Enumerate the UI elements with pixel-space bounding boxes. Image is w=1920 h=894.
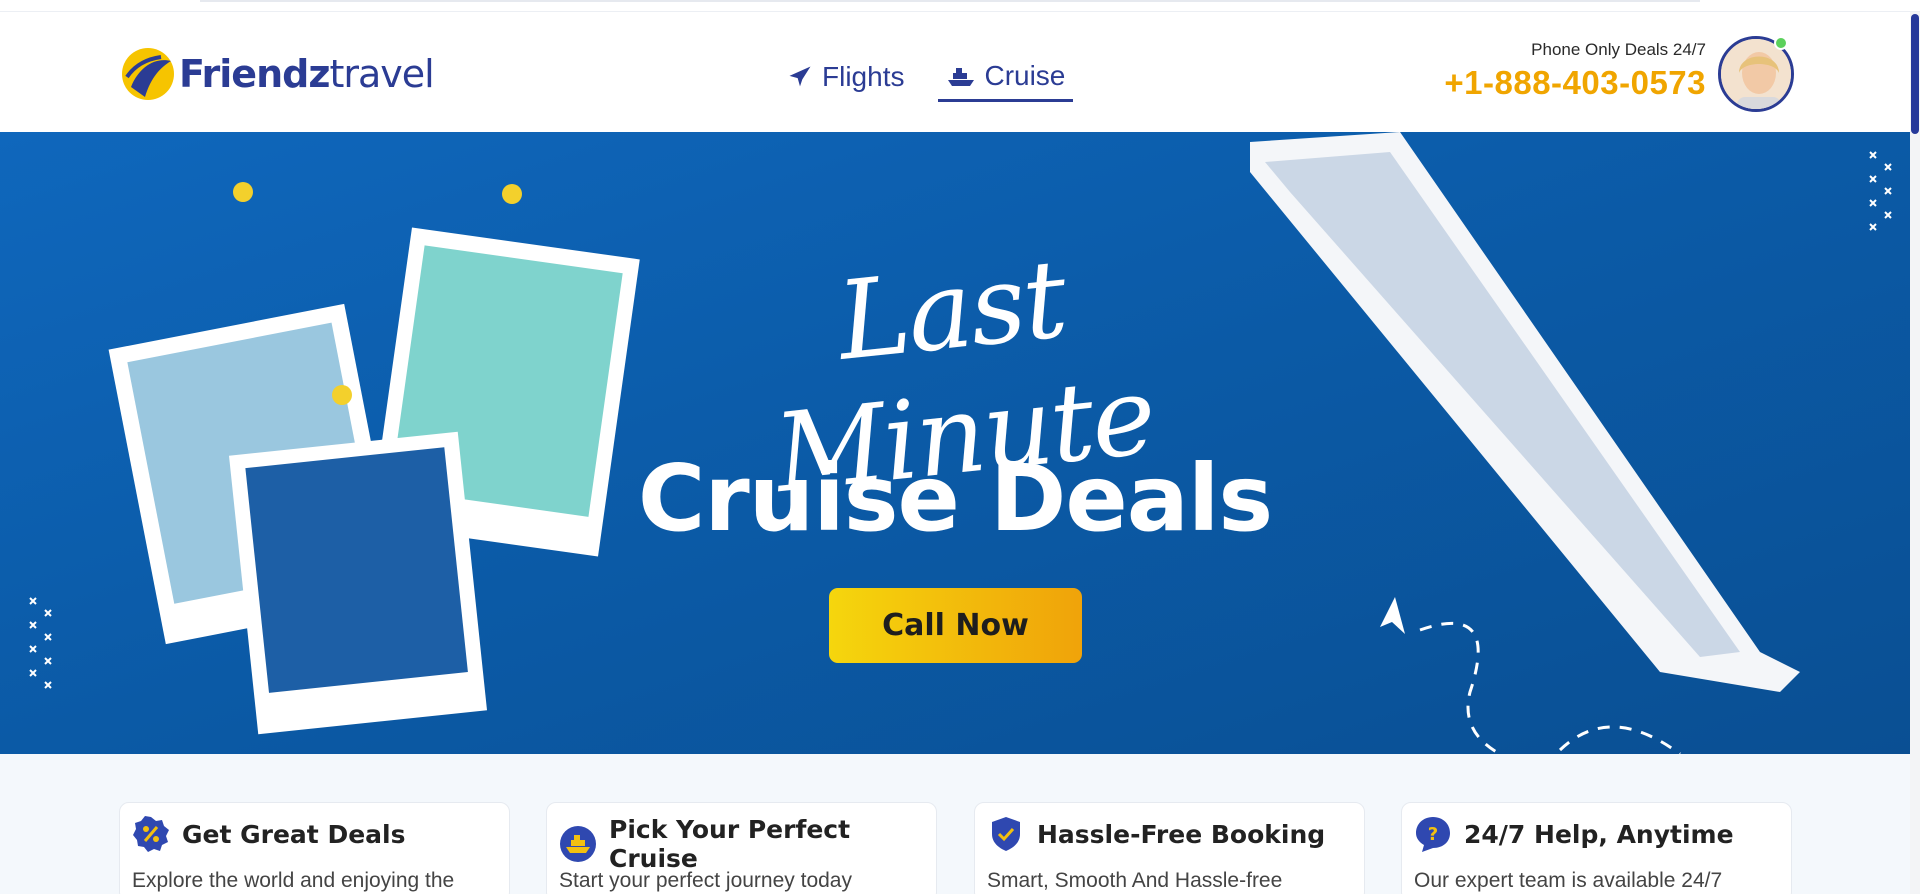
nav-item-cruise[interactable]: Cruise	[938, 52, 1074, 102]
nav-item-flights[interactable]: Flights	[778, 52, 912, 102]
online-status-dot	[1774, 36, 1788, 50]
feature-title: Pick Your Perfect Cruise	[609, 815, 851, 873]
feature-text: Explore the world and enjoying the	[132, 869, 455, 892]
top-strip	[0, 0, 1920, 12]
feature-card-cruise: Pick Your Perfect Cruise Start your perf…	[546, 802, 937, 894]
nav-item-label: Flights	[822, 61, 905, 92]
svg-text:?: ?	[1428, 824, 1438, 845]
shield-check-icon	[987, 815, 1025, 853]
main-nav: Flights Cruise	[778, 52, 1074, 102]
contact-block: Phone Only Deals 24/7 +1-888-403-0573	[1444, 40, 1706, 102]
scrollbar-track[interactable]	[1910, 12, 1920, 894]
features-section: Get Great Deals Explore the world and en…	[0, 754, 1910, 894]
brand-name: Friendztravel	[179, 52, 435, 96]
feature-card-help: ? 24/7 Help, Anytime Our expert team is …	[1401, 802, 1792, 894]
feature-title: Get Great Deals	[182, 819, 406, 849]
brand-logo[interactable]: Friendztravel	[121, 46, 435, 102]
airplane-icon	[786, 63, 814, 91]
phone-number-link[interactable]: +1-888-403-0573	[1444, 64, 1706, 102]
brand-name-light: travel	[329, 52, 434, 96]
feature-title: 24/7 Help, Anytime	[1464, 819, 1734, 849]
pin-icon	[332, 385, 352, 405]
page: Friendztravel Flights Cruise Phone Only …	[0, 0, 1920, 894]
feature-card-booking: Hassle-Free Booking Smart, Smooth And Ha…	[974, 802, 1365, 894]
feature-card-deals: Get Great Deals Explore the world and en…	[119, 802, 510, 894]
brand-name-bold: Friendz	[179, 52, 330, 96]
hero-title: Cruise Deals	[637, 445, 1273, 552]
nav-item-label: Cruise	[984, 59, 1066, 91]
feature-text: Smart, Smooth And Hassle-free	[987, 869, 1283, 892]
pin-icon	[233, 182, 253, 202]
friendztravel-logo-icon	[121, 47, 175, 101]
feature-text: Our expert team is available 24/7	[1414, 869, 1723, 892]
scrollbar-thumb[interactable]	[1911, 14, 1919, 134]
call-now-button[interactable]: Call Now	[829, 588, 1082, 663]
help-bubble-icon: ?	[1414, 815, 1452, 853]
contact-label: Phone Only Deals 24/7	[1531, 40, 1706, 59]
ship-circle-icon	[559, 825, 597, 863]
site-header: Friendztravel Flights Cruise Phone Only …	[0, 12, 1910, 132]
photo-ship-island	[228, 431, 488, 735]
cruise-ship-icon	[946, 64, 976, 88]
feature-title: Hassle-Free Booking	[1037, 819, 1326, 849]
feature-text: Start your perfect journey today	[559, 869, 852, 892]
pin-icon	[502, 184, 522, 204]
discount-badge-icon	[132, 815, 170, 853]
